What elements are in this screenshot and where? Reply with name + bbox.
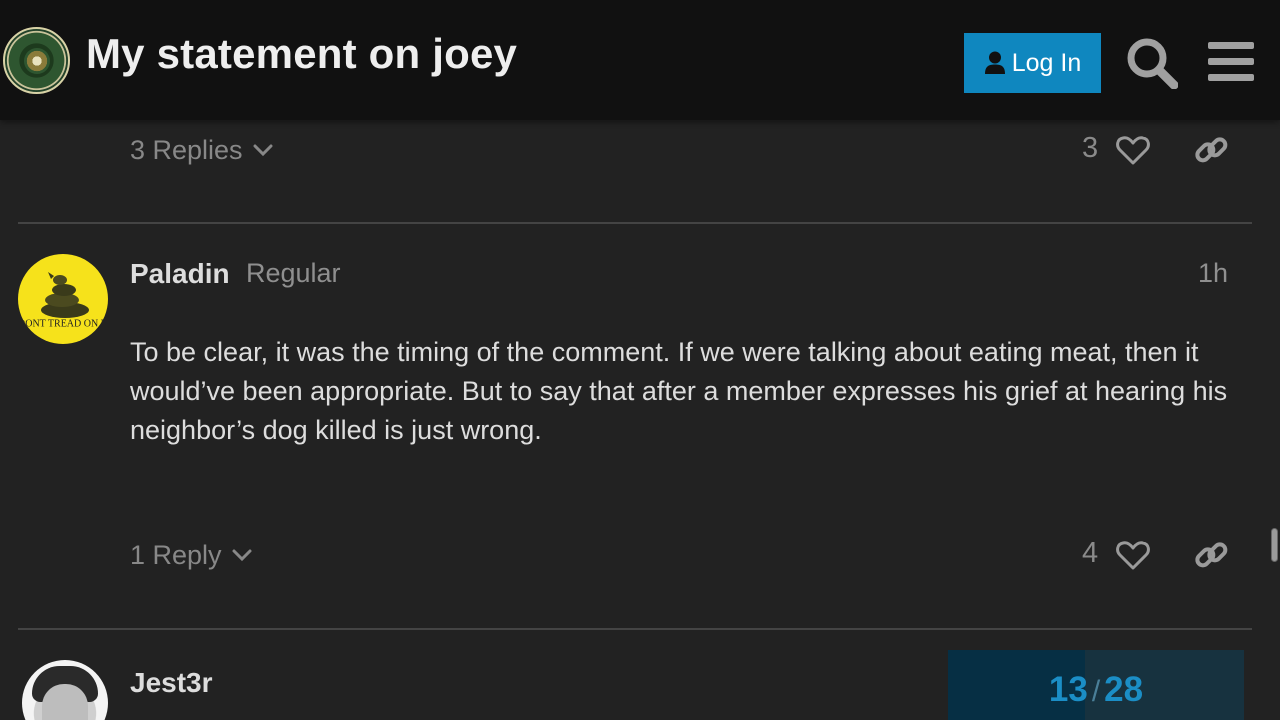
share-link-button[interactable] [1193,132,1229,168]
topic-title[interactable]: My statement on joey [86,30,517,78]
link-icon [1195,137,1228,163]
user-avatar[interactable]: DONT TREAD ON ME [18,254,108,344]
avatar-motto: DONT TREAD ON ME [18,318,108,330]
show-replies-button[interactable]: 3 Replies [130,128,275,172]
progress-total: 28 [1104,670,1144,709]
share-link-button[interactable] [1193,537,1229,573]
eagle-emblem-icon [23,47,50,74]
heart-icon [1116,136,1150,165]
author-username[interactable]: Jest3r [130,667,213,699]
site-logo[interactable] [3,27,70,94]
hamburger-menu-icon [1208,42,1254,81]
like-button[interactable] [1115,132,1151,168]
post-divider [18,628,1252,630]
replies-label: 1 Reply [130,539,222,570]
like-count[interactable]: 4 [1082,537,1098,570]
login-label: Log In [1011,48,1082,77]
post-actions: 3 Replies 3 [130,128,1230,172]
hamburger-menu-button[interactable] [1208,41,1254,83]
like-button[interactable] [1115,537,1151,573]
user-title: Regular [246,258,341,288]
scrollbar-thumb[interactable] [1271,528,1278,562]
progress-current: 13 [1048,670,1088,709]
post-date[interactable]: 1h [1198,258,1228,289]
user-avatar[interactable] [22,660,108,720]
replies-label: 3 Replies [130,134,243,165]
search-button[interactable] [1126,37,1179,90]
rattlesnake-icon [41,272,89,318]
topic-progress[interactable]: 13/28 [948,650,1244,720]
topic-page: My statement on joey Log In 3 Replies 3 … [0,0,1280,720]
show-replies-button[interactable]: 1 Reply [130,533,254,577]
heart-icon [1116,541,1150,570]
user-icon [984,51,1005,74]
site-header: My statement on joey Log In [0,0,1280,120]
post-divider [18,222,1252,224]
link-icon [1195,542,1228,568]
chevron-down-icon [253,144,273,157]
author-username[interactable]: Paladin [130,258,230,290]
login-button[interactable]: Log In [964,33,1101,93]
post-body: To be clear, it was the timing of the co… [130,337,1228,445]
like-count[interactable]: 3 [1082,132,1098,165]
post-actions: 1 Reply 4 [130,533,1230,577]
progress-separator: / [1091,675,1101,708]
progress-counter: 13/28 [948,670,1244,710]
search-icon [1127,38,1179,90]
chevron-down-icon [232,549,252,562]
